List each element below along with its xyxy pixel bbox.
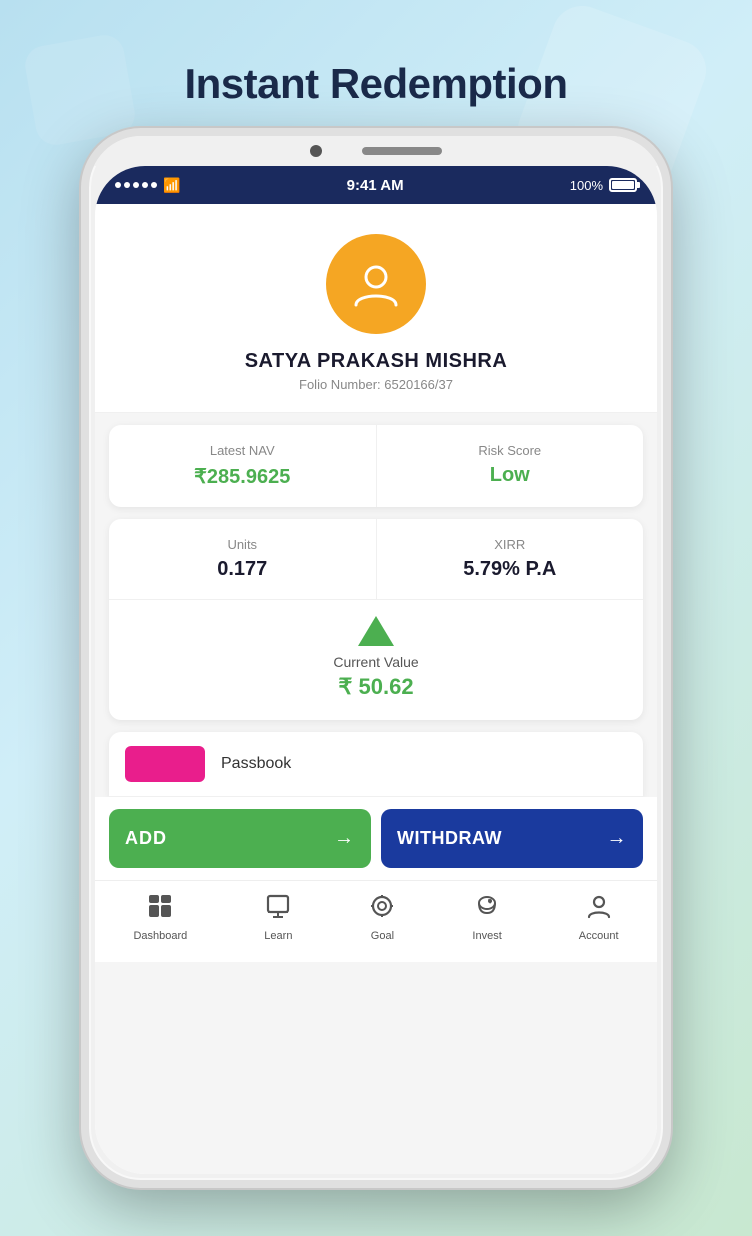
risk-score-value: Low bbox=[490, 464, 530, 487]
phone-frame: 📶 9:41 AM 100% SATYA PRAKASH MI bbox=[81, 128, 671, 1188]
withdraw-arrow-icon: → bbox=[607, 827, 628, 850]
passbook-section: Passbook bbox=[109, 732, 643, 797]
profile-section: SATYA PRAKASH MISHRA Folio Number: 65201… bbox=[95, 204, 657, 413]
profile-name: SATYA PRAKASH MISHRA bbox=[245, 350, 508, 373]
units-label: Units bbox=[227, 537, 257, 552]
passbook-row[interactable]: Passbook bbox=[109, 732, 643, 797]
invest-icon bbox=[474, 893, 500, 926]
status-right: 100% bbox=[570, 178, 637, 193]
passbook-badge bbox=[125, 746, 205, 782]
dashboard-icon bbox=[147, 893, 173, 926]
account-icon bbox=[586, 893, 612, 926]
goal-icon bbox=[369, 893, 395, 926]
add-arrow-icon: → bbox=[334, 827, 355, 850]
nav-item-invest[interactable]: Invest bbox=[460, 889, 513, 946]
signal-bars bbox=[115, 182, 157, 188]
units-cell: Units 0.177 bbox=[109, 519, 377, 599]
status-bar: 📶 9:41 AM 100% bbox=[95, 166, 657, 204]
invest-label: Invest bbox=[472, 930, 501, 942]
units-xirr-card: Units 0.177 XIRR 5.79% P.A Current Value… bbox=[109, 519, 643, 720]
camera-icon bbox=[310, 145, 322, 157]
nav-risk-card: Latest NAV ₹285.9625 Risk Score Low bbox=[109, 425, 643, 507]
nav-item-account[interactable]: Account bbox=[567, 889, 631, 946]
user-icon bbox=[351, 259, 401, 309]
battery-level: 100% bbox=[570, 178, 603, 193]
units-value: 0.177 bbox=[217, 558, 267, 581]
latest-nav-value: ₹285.9625 bbox=[194, 464, 290, 489]
nav-item-dashboard[interactable]: Dashboard bbox=[121, 889, 199, 946]
nav-item-goal[interactable]: Goal bbox=[357, 889, 407, 946]
current-value-section: Current Value ₹ 50.62 bbox=[109, 600, 643, 720]
latest-nav-cell: Latest NAV ₹285.9625 bbox=[109, 425, 377, 507]
risk-score-cell: Risk Score Low bbox=[377, 425, 644, 507]
screen-content: SATYA PRAKASH MISHRA Folio Number: 65201… bbox=[95, 204, 657, 1174]
wifi-icon: 📶 bbox=[163, 177, 180, 194]
learn-icon bbox=[265, 893, 291, 926]
avatar bbox=[326, 234, 426, 334]
units-xirr-row: Units 0.177 XIRR 5.79% P.A bbox=[109, 519, 643, 600]
withdraw-button[interactable]: WITHDRAW → bbox=[381, 809, 643, 868]
learn-label: Learn bbox=[264, 930, 292, 942]
xirr-label: XIRR bbox=[494, 537, 525, 552]
current-value-amount: ₹ 50.62 bbox=[338, 674, 413, 700]
xirr-value: 5.79% P.A bbox=[463, 558, 556, 581]
latest-nav-label: Latest NAV bbox=[210, 443, 275, 458]
speaker-icon bbox=[362, 147, 442, 155]
power-button bbox=[667, 366, 671, 446]
xirr-cell: XIRR 5.79% P.A bbox=[377, 519, 644, 599]
nav-risk-row: Latest NAV ₹285.9625 Risk Score Low bbox=[109, 425, 643, 507]
status-time: 9:41 AM bbox=[347, 177, 404, 194]
volume-down-button bbox=[81, 406, 85, 456]
phone-top bbox=[89, 136, 663, 166]
battery-icon bbox=[609, 178, 637, 192]
phone-screen: 📶 9:41 AM 100% SATYA PRAKASH MI bbox=[95, 166, 657, 1174]
page-title: Instant Redemption bbox=[184, 60, 567, 108]
bottom-nav: Dashboard Learn bbox=[95, 880, 657, 962]
trend-up-icon bbox=[358, 616, 394, 646]
status-left: 📶 bbox=[115, 177, 180, 194]
add-button[interactable]: ADD → bbox=[109, 809, 371, 868]
folio-number: Folio Number: 6520166/37 bbox=[299, 377, 453, 392]
goal-label: Goal bbox=[371, 930, 394, 942]
risk-score-label: Risk Score bbox=[478, 443, 541, 458]
volume-up-button bbox=[81, 336, 85, 386]
action-buttons: ADD → WITHDRAW → bbox=[95, 797, 657, 880]
passbook-label: Passbook bbox=[221, 755, 291, 773]
dashboard-label: Dashboard bbox=[133, 930, 187, 942]
current-value-label: Current Value bbox=[333, 654, 418, 670]
nav-item-learn[interactable]: Learn bbox=[252, 889, 304, 946]
account-label: Account bbox=[579, 930, 619, 942]
